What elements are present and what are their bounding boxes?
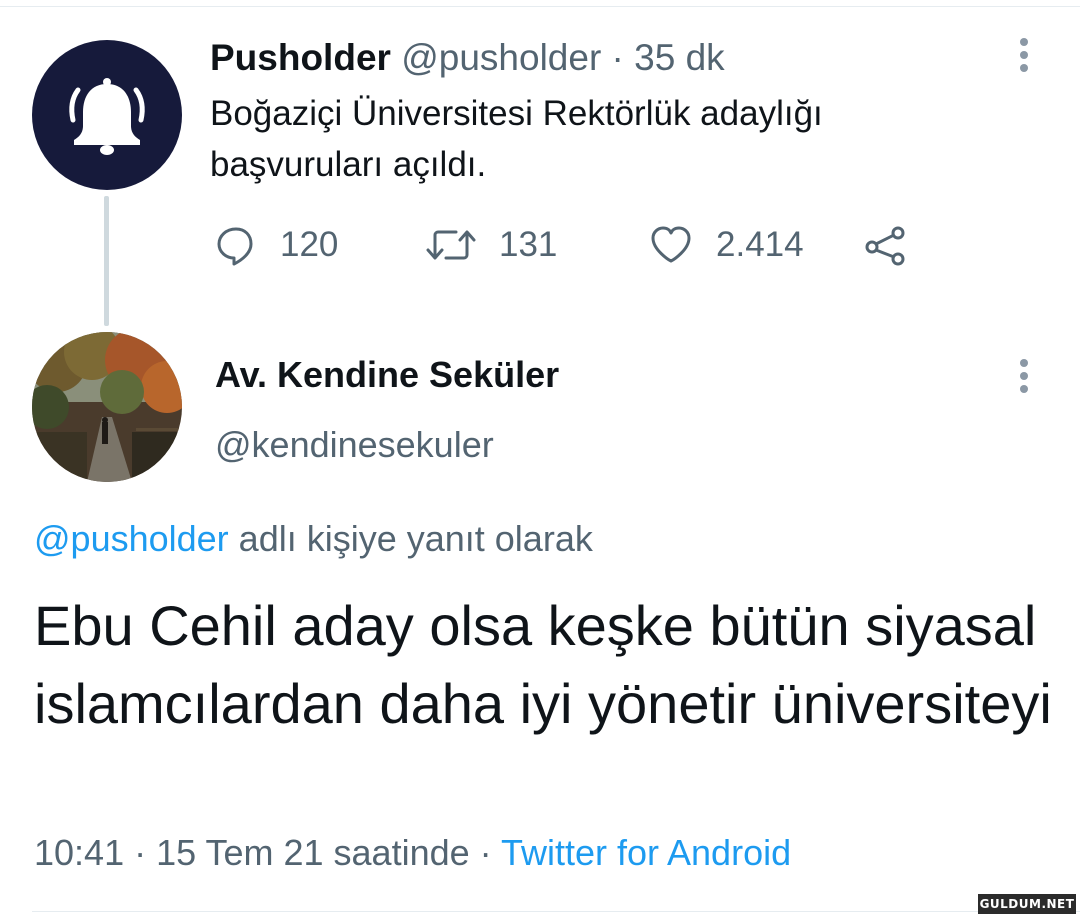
share-icon — [865, 226, 905, 266]
reply-display-name[interactable]: Av. Kendine Seküler — [215, 354, 559, 396]
top-divider — [0, 6, 1080, 7]
retweet-count: 131 — [499, 225, 558, 264]
parent-handle[interactable]: @pusholder — [401, 37, 601, 78]
parent-tweet-text: Boğaziçi Üniversitesi Rektörlük adaylığı… — [210, 94, 823, 184]
like-count: 2.414 — [716, 225, 804, 264]
like-button[interactable]: 2.414 — [648, 220, 804, 270]
tweet-timestamp[interactable]: 10:41 · 15 Tem 21 saatinde — [34, 832, 470, 873]
replying-to: @pusholder adlı kişiye yanıt olarak — [34, 518, 593, 560]
reply-avatar[interactable] — [32, 332, 182, 482]
reply-tweet-text: Ebu Cehil aday olsa keşke bütün siyasal … — [34, 594, 1052, 735]
tweet-meta: 10:41 · 15 Tem 21 saatinde · Twitter for… — [34, 832, 791, 874]
thread-connector — [104, 196, 109, 326]
replying-to-mention[interactable]: @pusholder — [34, 518, 229, 559]
share-button[interactable] — [862, 220, 910, 270]
replying-to-text: adlı kişiye yanıt olarak — [228, 518, 593, 559]
more-options-icon[interactable] — [1020, 359, 1030, 398]
bottom-divider — [32, 911, 1080, 912]
avatar[interactable] — [32, 40, 182, 190]
reply-button[interactable]: 120 — [214, 220, 338, 270]
header-separator: · — [601, 37, 635, 78]
parent-time[interactable]: 35 dk — [634, 37, 725, 78]
bell-icon — [69, 78, 145, 155]
watermark: GULDUM.NET — [978, 894, 1076, 914]
parent-display-name[interactable]: Pusholder — [210, 37, 391, 78]
retweet-button[interactable]: 131 — [425, 220, 557, 270]
reply-icon — [217, 227, 253, 266]
parent-tweet-header: Pusholder @pusholder · 35 dk — [210, 36, 725, 80]
heart-icon — [651, 226, 691, 263]
reply-handle[interactable]: @kendinesekuler — [215, 424, 494, 466]
autumn-path-photo — [32, 332, 182, 482]
meta-separator: · — [469, 832, 501, 873]
retweet-icon — [426, 230, 476, 260]
more-options-icon[interactable] — [1020, 38, 1030, 77]
reply-count: 120 — [280, 225, 339, 264]
tweet-source[interactable]: Twitter for Android — [501, 832, 791, 873]
